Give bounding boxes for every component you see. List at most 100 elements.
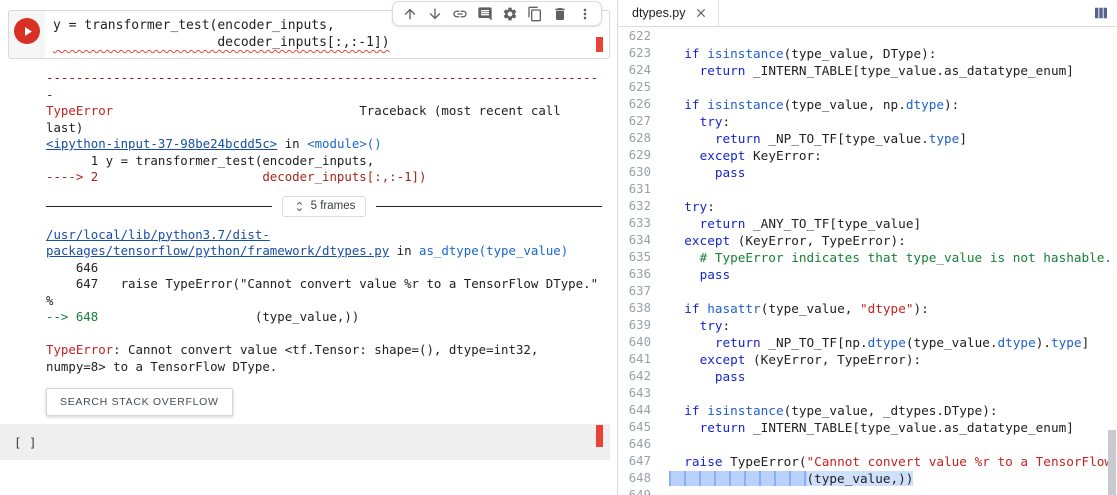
- line-number: 633: [628, 216, 651, 230]
- traceback-text: TypeError: [46, 342, 114, 357]
- editor-line[interactable]: 635 # TypeError indicates that type_valu…: [618, 249, 1117, 266]
- traceback-text: ----------------------------------------…: [46, 70, 599, 102]
- line-number: 642: [628, 369, 651, 383]
- divider-line: [376, 205, 602, 207]
- editor-line[interactable]: 642 pass: [618, 368, 1117, 385]
- error-overview-mark: [596, 425, 603, 447]
- line-code: pass: [714, 369, 746, 384]
- close-icon[interactable]: [694, 6, 708, 20]
- source-editor: 622 623 if isinstance(type_value, DType):…: [618, 28, 1117, 495]
- move-cell-up-icon[interactable]: [398, 2, 421, 25]
- editor-scrollbar[interactable]: [1107, 28, 1117, 495]
- execution-count-placeholder: [ ]: [14, 434, 37, 450]
- file-editor-pane: dtypes.py 622 623 if isinstance(type_valu…: [618, 0, 1117, 495]
- traceback-text: in: [277, 136, 308, 151]
- editor-line[interactable]: 644 if isinstance(type_value, _dtypes.DT…: [618, 402, 1117, 419]
- cell-gutter: [9, 11, 45, 58]
- editor-line[interactable]: 623 if isinstance(type_value, DType):: [618, 45, 1117, 62]
- traceback-link[interactable]: <ipython-input-37-98be24bcdd5c>: [46, 136, 277, 151]
- delete-cell-icon[interactable]: [548, 2, 571, 25]
- editor-line[interactable]: 643: [618, 385, 1117, 402]
- line-number: 632: [628, 199, 651, 213]
- line-number: 636: [628, 267, 651, 281]
- editor-line[interactable]: 628 return _NP_TO_TF[type_value.type]: [618, 130, 1117, 147]
- editor-line[interactable]: 622: [618, 28, 1117, 45]
- notebook-pane: y = transformer_test(encoder_inputs, dec…: [0, 0, 618, 495]
- traceback-link[interactable]: /usr/local/lib/python3.7/dist- packages/…: [46, 227, 389, 259]
- editor-line[interactable]: 633 return _ANY_TO_TF[type_value]: [618, 215, 1117, 232]
- line-number: 649: [628, 488, 651, 495]
- line-code: pass: [714, 165, 746, 180]
- editor-line[interactable]: 634 except (KeyError, TypeError):: [618, 232, 1117, 249]
- editor-line[interactable]: 645 return _INTERN_TABLE[type_value.as_d…: [618, 419, 1117, 436]
- line-code: if isinstance(type_value, np.dtype):: [684, 97, 960, 112]
- line-code: pass: [699, 267, 731, 282]
- traceback-text: TypeError: [46, 103, 114, 118]
- line-code: try:: [684, 199, 715, 214]
- line-number: 635: [628, 250, 651, 264]
- expand-frames-button[interactable]: 5 frames: [281, 195, 367, 217]
- link-to-cell-icon[interactable]: [448, 2, 471, 25]
- tab-label: dtypes.py: [632, 6, 686, 20]
- traceback-text: (type_value,)): [254, 309, 360, 324]
- line-number: 627: [628, 114, 651, 128]
- line-number: 640: [628, 335, 651, 349]
- editor-line[interactable]: 632 try:: [618, 198, 1117, 215]
- traceback-text: in: [389, 243, 419, 258]
- code-line: decoder_inputs[:,:-1]): [53, 35, 390, 50]
- editor-tabbar: dtypes.py: [618, 0, 1117, 27]
- editor-line[interactable]: 631: [618, 181, 1117, 198]
- editor-line[interactable]: 629 except KeyError:: [618, 147, 1117, 164]
- editor-line[interactable]: 636 pass: [618, 266, 1117, 283]
- line-code: raise TypeError("Cannot convert value %r…: [684, 454, 1113, 469]
- more-cell-actions-icon[interactable]: [573, 2, 596, 25]
- editor-line[interactable]: 637: [618, 283, 1117, 300]
- line-number: 623: [628, 46, 651, 60]
- search-stack-overflow-button[interactable]: SEARCH STACK OVERFLOW: [46, 388, 233, 416]
- editor-line[interactable]: 624 return _INTERN_TABLE[type_value.as_d…: [618, 62, 1117, 79]
- line-code: return _ANY_TO_TF[type_value]: [699, 216, 922, 231]
- line-number: 648: [628, 471, 651, 485]
- scrollbar-thumb[interactable]: [1108, 430, 1116, 495]
- line-number: 641: [628, 352, 651, 366]
- add-comment-icon[interactable]: [473, 2, 496, 25]
- traceback-text: Traceback (most recent call last): [46, 103, 561, 135]
- editor-line[interactable]: 630 pass: [618, 164, 1117, 181]
- error-overview-mark: [596, 37, 603, 52]
- line-number: 646: [628, 437, 651, 451]
- empty-code-cell[interactable]: [ ]: [0, 424, 610, 460]
- editor-line[interactable]: 646: [618, 436, 1117, 453]
- line-number: 625: [628, 80, 651, 94]
- traceback-text: 646 647 raise TypeError("Cannot convert …: [46, 259, 599, 308]
- editor-line[interactable]: 649: [618, 487, 1117, 495]
- editor-line[interactable]: 640 return _NP_TO_TF[np.dtype(type_value…: [618, 334, 1117, 351]
- traceback-top: ----------------------------------------…: [46, 70, 606, 186]
- editor-line[interactable]: 626 if isinstance(type_value, np.dtype):: [618, 96, 1117, 113]
- copy-cell-icon[interactable]: [523, 2, 546, 25]
- editor-line[interactable]: 627 try:: [618, 113, 1117, 130]
- line-number: 637: [628, 284, 651, 298]
- editor-line[interactable]: 648 (type_value,)): [618, 470, 1117, 487]
- line-code: except (KeyError, TypeError):: [699, 352, 922, 367]
- view-columns-icon[interactable]: [1092, 0, 1117, 26]
- editor-line[interactable]: 647 raise TypeError("Cannot convert valu…: [618, 453, 1117, 470]
- move-cell-down-icon[interactable]: [423, 2, 446, 25]
- line-code: return _INTERN_TABLE[type_value.as_datat…: [699, 420, 1074, 435]
- editor-settings-icon[interactable]: [498, 2, 521, 25]
- line-code: except KeyError:: [699, 148, 822, 163]
- line-number: 639: [628, 318, 651, 332]
- editor-line[interactable]: 625: [618, 79, 1117, 96]
- editor-line[interactable]: 641 except (KeyError, TypeError):: [618, 351, 1117, 368]
- editor-line[interactable]: 638 if hasattr(type_value, "dtype"):: [618, 300, 1117, 317]
- frames-button-label: 5 frames: [310, 200, 356, 212]
- line-number: 634: [628, 233, 651, 247]
- run-cell-button[interactable]: [14, 18, 40, 44]
- editor-line[interactable]: 639 try:: [618, 317, 1117, 334]
- tab-dtypes-py[interactable]: dtypes.py: [618, 0, 719, 26]
- line-number: 638: [628, 301, 651, 315]
